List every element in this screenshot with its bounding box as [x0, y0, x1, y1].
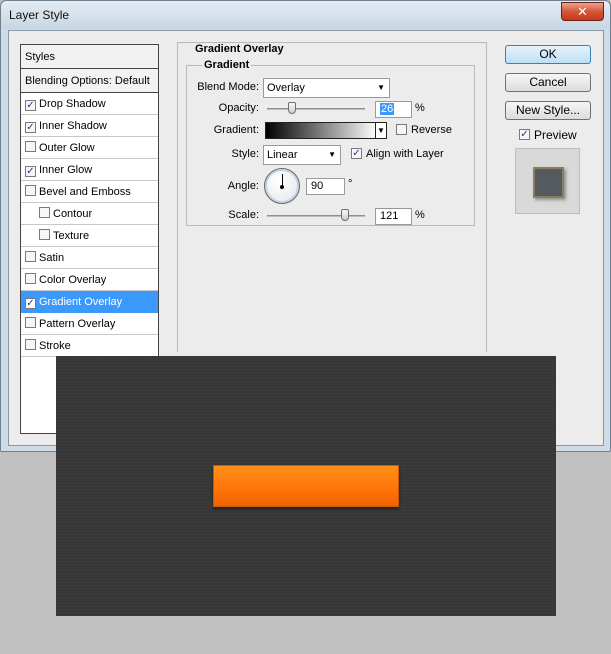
opacity-label: Opacity: — [218, 102, 259, 114]
style-item-label: Contour — [53, 208, 93, 220]
style-item-label: Texture — [53, 230, 90, 242]
style-item-label: Satin — [39, 252, 65, 264]
drop-shadow-checkbox[interactable]: ✓ — [25, 100, 36, 111]
outer-glow-checkbox[interactable] — [25, 141, 36, 152]
title-bar[interactable]: Layer Style ✕ — [1, 1, 610, 29]
angle-label: Angle: — [227, 180, 259, 192]
style-item-label: Color Overlay — [39, 274, 107, 286]
inner-shadow-checkbox[interactable]: ✓ — [25, 122, 36, 133]
angle-unit: ° — [348, 178, 353, 190]
angle-center — [280, 185, 284, 189]
style-item-label: Pattern Overlay — [39, 318, 116, 330]
style-item-label: Stroke — [39, 340, 71, 352]
scale-slider-track[interactable] — [267, 215, 365, 217]
cancel-button[interactable]: Cancel — [505, 73, 591, 92]
stroke-checkbox[interactable] — [25, 339, 36, 350]
blend-mode-label: Blend Mode: — [197, 81, 259, 93]
group-title: Gradient Overlay — [193, 43, 286, 55]
opacity-slider-thumb[interactable] — [288, 102, 297, 114]
styles-header-label: Styles — [25, 51, 55, 63]
close-button[interactable]: ✕ — [561, 2, 604, 21]
style-item-label: Inner Glow — [39, 164, 93, 176]
subgroup-title: Gradient — [202, 59, 252, 71]
blending-options-label: Blending Options: Default — [25, 75, 150, 87]
chevron-down-icon: ▼ — [377, 126, 385, 135]
style-item-inner-shadow[interactable]: ✓ Inner Shadow — [21, 115, 158, 137]
blend-mode-value: Overlay — [267, 82, 305, 94]
scale-unit: % — [415, 209, 425, 221]
opacity-value: 26 — [380, 103, 395, 115]
opacity-slider-track[interactable] — [267, 108, 365, 110]
texture-checkbox[interactable] — [39, 229, 50, 240]
style-item-label: Gradient Overlay — [39, 296, 123, 308]
style-item-inner-glow[interactable]: ✓ Inner Glow — [21, 159, 158, 181]
style-item-label: Bevel and Emboss — [39, 186, 131, 198]
new-style-button[interactable]: New Style... — [505, 101, 591, 120]
preview-label: Preview — [534, 128, 577, 142]
orange-button-shape — [213, 465, 399, 507]
angle-input[interactable]: 90 — [306, 178, 345, 195]
angle-dial[interactable] — [264, 168, 300, 204]
styles-header[interactable]: Styles — [21, 45, 158, 69]
style-item-label: Drop Shadow — [39, 98, 106, 110]
style-item-outer-glow[interactable]: Outer Glow — [21, 137, 158, 159]
reverse-checkbox[interactable] — [396, 124, 407, 135]
preview-thumbnail — [515, 148, 580, 214]
close-icon: ✕ — [577, 4, 588, 19]
style-item-satin[interactable]: Satin — [21, 247, 158, 269]
style-item-stroke[interactable]: Stroke — [21, 335, 158, 357]
style-item-gradient-overlay[interactable]: ✓ Gradient Overlay — [21, 291, 158, 313]
style-item-label: Outer Glow — [39, 142, 95, 154]
chevron-down-icon: ▼ — [328, 150, 336, 159]
style-label: Style: — [231, 148, 259, 160]
bevel-emboss-checkbox[interactable] — [25, 185, 36, 196]
opacity-unit: % — [415, 102, 425, 114]
angle-value: 90 — [311, 180, 324, 192]
ok-button[interactable]: OK — [505, 45, 591, 64]
align-with-layer-checkbox[interactable]: ✓ — [351, 148, 362, 159]
contour-checkbox[interactable] — [39, 207, 50, 218]
gradient-dropdown[interactable]: ▼ — [375, 122, 387, 139]
style-value: Linear — [267, 149, 298, 161]
style-item-color-overlay[interactable]: Color Overlay — [21, 269, 158, 291]
pattern-overlay-checkbox[interactable] — [25, 317, 36, 328]
blend-mode-select[interactable]: Overlay ▼ — [263, 78, 390, 98]
gradient-swatch[interactable] — [265, 122, 378, 139]
color-overlay-checkbox[interactable] — [25, 273, 36, 284]
style-item-pattern-overlay[interactable]: Pattern Overlay — [21, 313, 158, 335]
satin-checkbox[interactable] — [25, 251, 36, 262]
style-item-drop-shadow[interactable]: ✓ Drop Shadow — [21, 93, 158, 115]
scale-label: Scale: — [228, 209, 259, 221]
window-title: Layer Style — [9, 8, 70, 22]
preview-swatch — [533, 167, 564, 198]
style-item-label: Inner Shadow — [39, 120, 107, 132]
reverse-label: Reverse — [411, 124, 452, 136]
inner-glow-checkbox[interactable]: ✓ — [25, 166, 36, 177]
gradient-label: Gradient: — [213, 124, 259, 136]
gradient-overlay-checkbox[interactable]: ✓ — [25, 298, 36, 309]
scale-input[interactable]: 121 — [375, 208, 412, 225]
style-item-contour[interactable]: Contour — [21, 203, 158, 225]
align-with-layer-label: Align with Layer — [366, 148, 444, 160]
preview-checkbox[interactable]: ✓ — [519, 129, 530, 140]
style-item-bevel-emboss[interactable]: Bevel and Emboss — [21, 181, 158, 203]
style-item-texture[interactable]: Texture — [21, 225, 158, 247]
opacity-input[interactable]: 26 — [375, 101, 412, 118]
chevron-down-icon: ▼ — [377, 83, 385, 92]
scale-value: 121 — [380, 210, 399, 222]
document-canvas — [56, 356, 556, 616]
scale-slider-thumb[interactable] — [340, 209, 349, 221]
blending-options[interactable]: Blending Options: Default — [21, 69, 158, 93]
style-select[interactable]: Linear ▼ — [263, 145, 341, 165]
